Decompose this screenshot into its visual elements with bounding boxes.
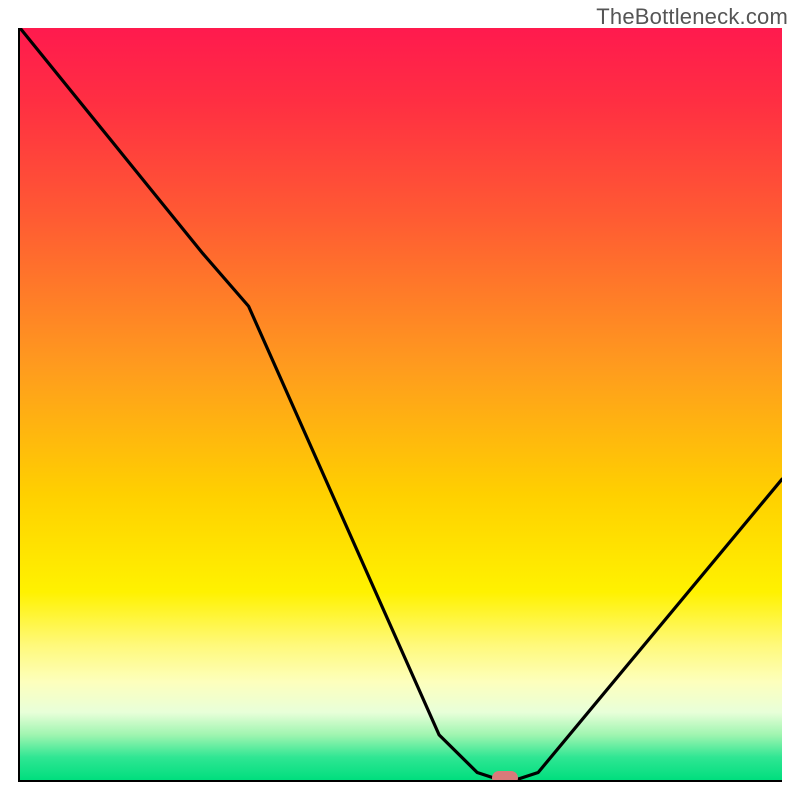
bottleneck-curve (20, 28, 782, 780)
watermark-text: TheBottleneck.com (596, 4, 788, 30)
plot-area (18, 28, 782, 782)
curve-svg (20, 28, 782, 780)
optimal-marker (492, 771, 518, 782)
chart-container: TheBottleneck.com (0, 0, 800, 800)
